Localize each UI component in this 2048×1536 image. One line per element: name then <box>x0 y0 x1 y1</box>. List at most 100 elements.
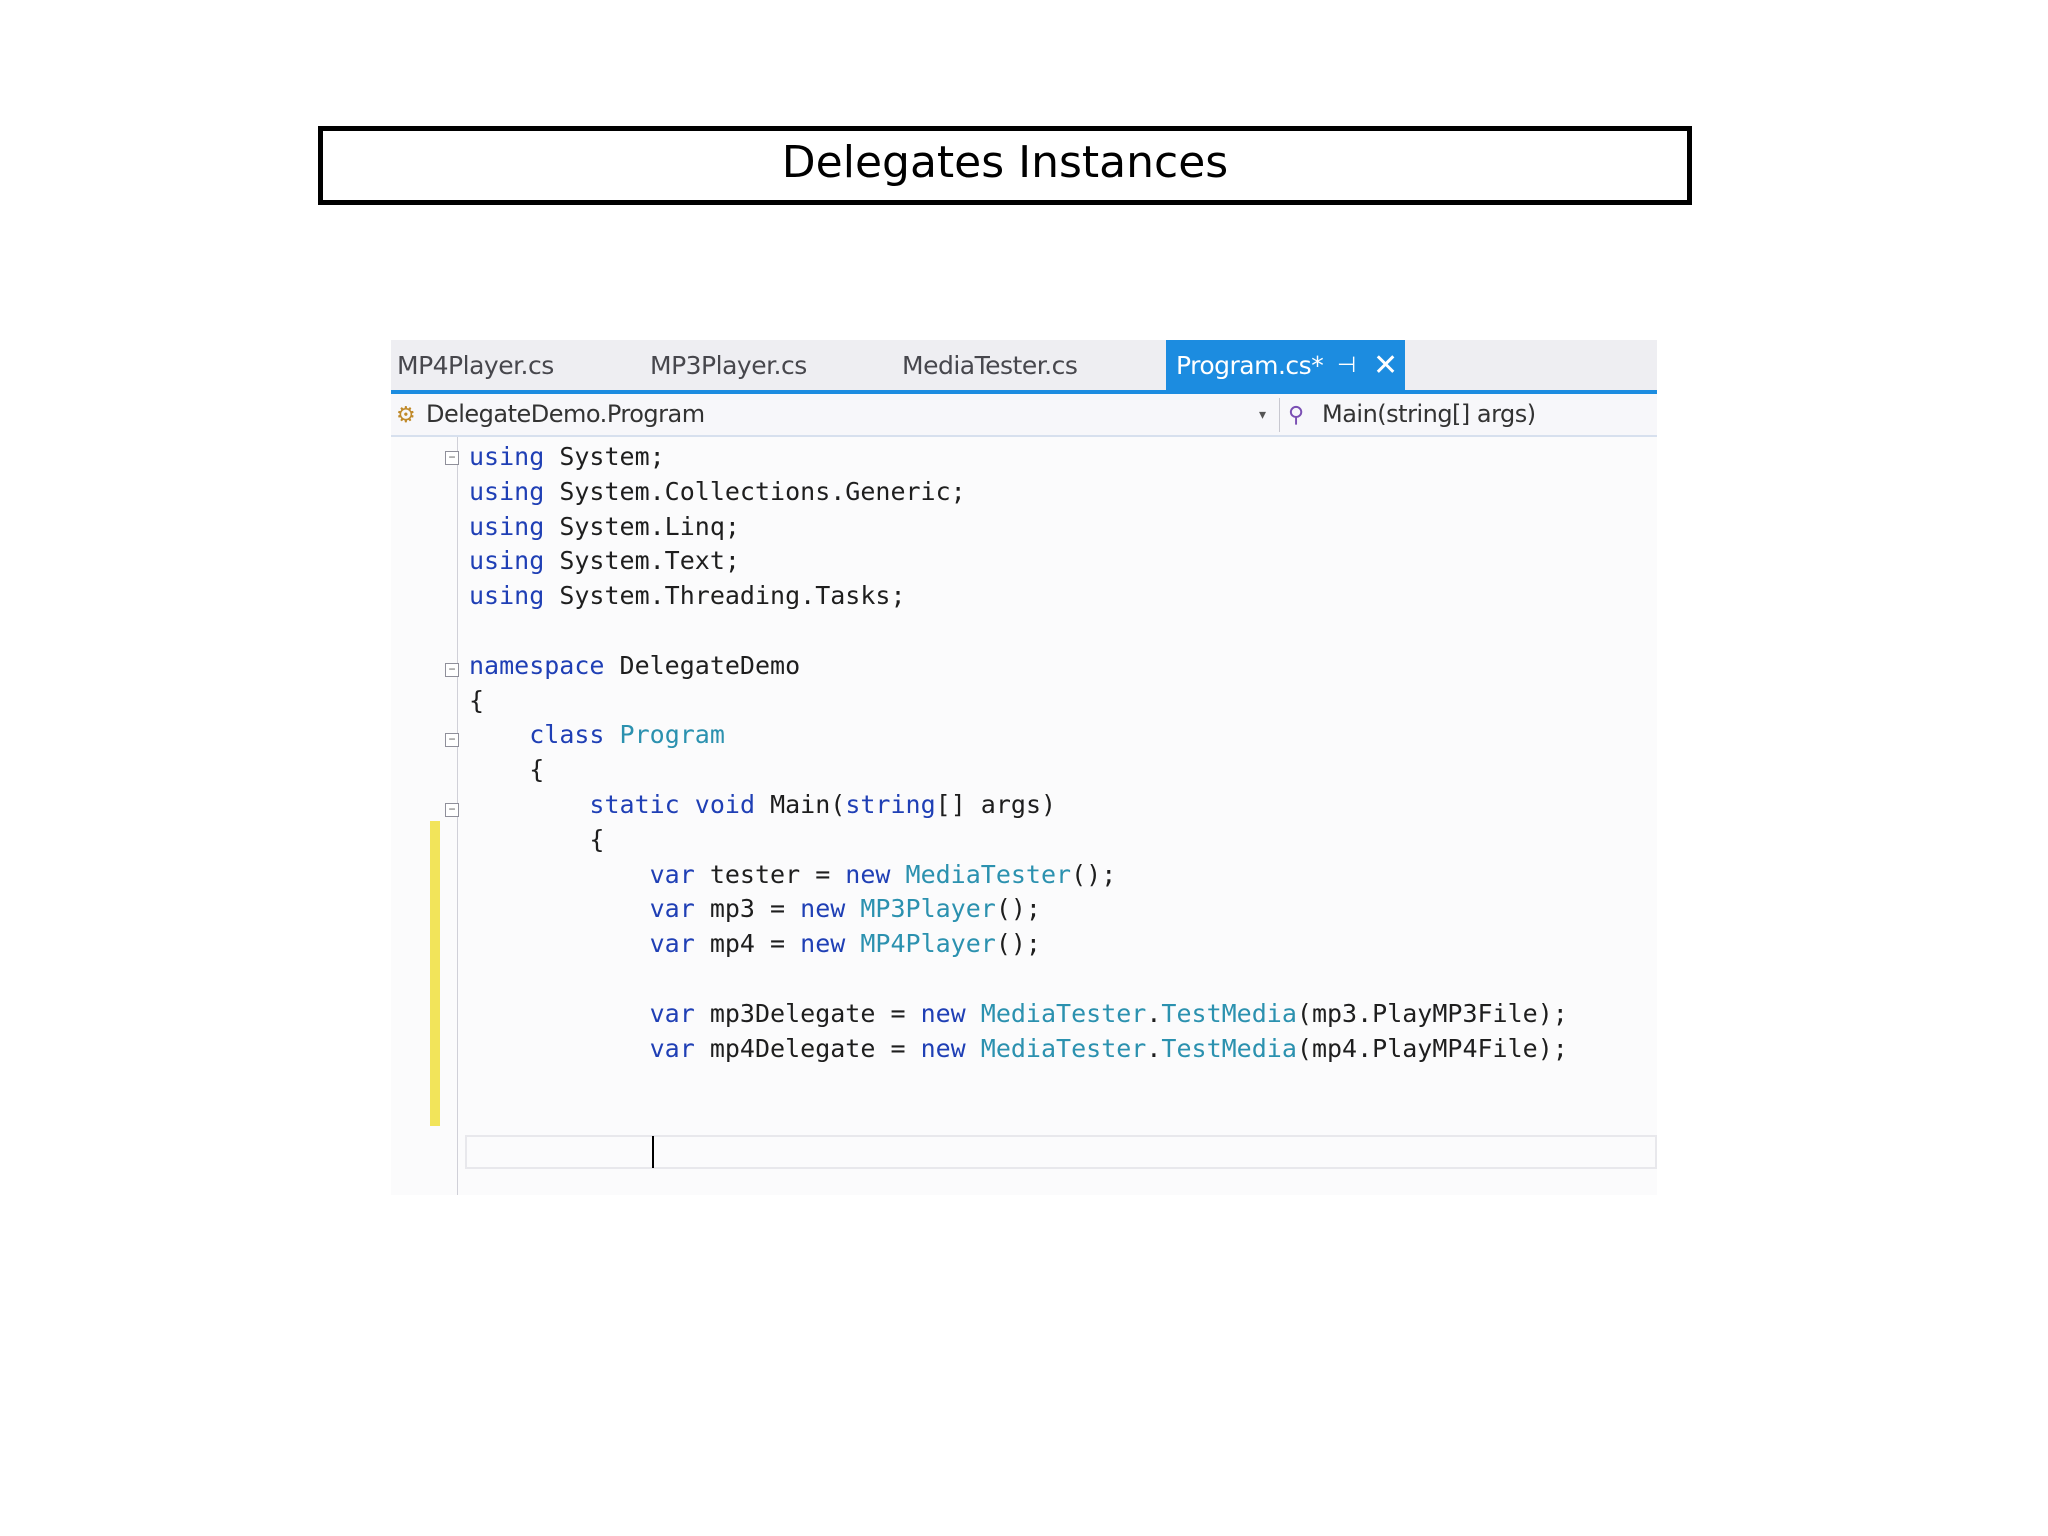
code-text: . <box>1146 998 1162 1028</box>
code-text: . <box>1146 1033 1162 1063</box>
code-line: var mp4Delegate = new MediaTester.TestMe… <box>469 1032 1568 1066</box>
code-text: mp3Delegate = <box>694 998 921 1028</box>
pin-icon[interactable]: ⊣ <box>1337 340 1356 392</box>
code-keyword: string <box>845 790 936 819</box>
code-text: { <box>469 755 545 785</box>
code-keyword: var <box>649 929 695 959</box>
code-text: [] args) <box>935 790 1057 819</box>
code-text: (mp3.PlayMP3File); <box>1296 998 1568 1028</box>
code-text: (); <box>995 894 1041 924</box>
code-keyword: new <box>800 929 846 959</box>
code-keyword: var <box>649 859 695 889</box>
code-text: (); <box>995 929 1041 959</box>
code-line: using System; <box>469 440 665 474</box>
member-selector-dropdown[interactable]: ⚲ Main(string[] args) <box>1288 394 1536 435</box>
code-line: var mp3Delegate = new MediaTester.TestMe… <box>469 997 1568 1031</box>
collapse-icon[interactable]: − <box>445 663 459 677</box>
code-line: { <box>469 753 544 787</box>
tab-program[interactable]: Program.cs* ⊣ ✕ <box>1166 340 1405 390</box>
code-line: var mp3 = new MP3Player(); <box>469 892 1041 926</box>
code-line: static void Main(string[] args) <box>469 788 1056 822</box>
code-text: { <box>469 685 485 715</box>
tab-mediatester[interactable]: MediaTester.cs <box>902 340 1078 390</box>
code-text: (mp4.PlayMP4File); <box>1296 1033 1568 1063</box>
collapse-icon[interactable]: − <box>445 733 459 747</box>
chevron-down-icon[interactable]: ▾ <box>1259 394 1266 435</box>
code-text: System.Linq; <box>544 511 740 541</box>
code-text: Main( <box>755 790 846 819</box>
code-keyword: new <box>920 998 966 1028</box>
code-text: mp4 = <box>694 929 801 959</box>
class-icon: ⚙ <box>396 403 416 428</box>
current-line-highlight <box>465 1135 1657 1169</box>
tab-mp3player[interactable]: MP3Player.cs <box>650 340 807 390</box>
code-editor-window: MP4Player.cs MP3Player.cs MediaTester.cs… <box>391 340 1657 1195</box>
code-type-name: MediaTester <box>905 859 1072 889</box>
code-keyword: static <box>589 790 680 819</box>
code-type-name: TestMedia <box>1161 998 1297 1028</box>
document-tab-bar: MP4Player.cs MP3Player.cs MediaTester.cs… <box>391 340 1657 390</box>
code-line: using System.Threading.Tasks; <box>469 579 906 613</box>
slide-title: Delegates Instances <box>781 137 1229 188</box>
collapse-icon[interactable]: − <box>445 803 459 817</box>
code-text: mp4Delegate = <box>694 1033 921 1063</box>
slide-title-box: Delegates Instances <box>318 126 1692 205</box>
code-keyword: void <box>694 790 756 819</box>
close-icon[interactable]: ✕ <box>1373 340 1398 392</box>
code-text: System.Text; <box>544 546 740 576</box>
code-line: using System.Collections.Generic; <box>469 475 966 509</box>
code-line: var tester = new MediaTester(); <box>469 858 1117 892</box>
change-indicator-bar <box>430 821 440 1126</box>
code-line: using System.Text; <box>469 544 740 578</box>
code-keyword: new <box>920 1033 966 1063</box>
code-line: class Program <box>469 718 725 752</box>
text-caret <box>652 1136 654 1168</box>
code-keyword: using <box>469 442 545 471</box>
code-keyword: using <box>469 511 545 541</box>
nav-divider <box>1279 398 1280 432</box>
code-line: namespace DelegateDemo <box>469 649 800 683</box>
code-text: DelegateDemo <box>604 650 801 680</box>
code-type-name: MP4Player <box>860 929 996 959</box>
method-icon: ⚲ <box>1288 403 1304 428</box>
code-keyword: namespace <box>469 650 605 680</box>
code-keyword: using <box>469 581 545 611</box>
tab-program-label: Program.cs* <box>1176 351 1324 380</box>
code-keyword: new <box>845 859 891 889</box>
code-keyword: using <box>469 476 545 506</box>
navigation-bar: ⚙ DelegateDemo.Program ▾ ⚲ Main(string[] a… <box>391 394 1657 437</box>
code-type-name: MediaTester <box>980 1033 1147 1063</box>
code-keyword: var <box>649 1033 695 1063</box>
code-keyword: var <box>649 894 695 924</box>
code-keyword: using <box>469 546 545 576</box>
code-line: { <box>469 684 484 718</box>
code-type-name: MP3Player <box>860 894 996 924</box>
code-text: tester = <box>694 859 846 889</box>
code-line: { <box>469 823 604 857</box>
tab-mp4player[interactable]: MP4Player.cs <box>397 340 554 390</box>
collapse-icon[interactable]: − <box>445 451 459 465</box>
class-selector-label: DelegateDemo.Program <box>426 400 705 428</box>
member-selector-label: Main(string[] args) <box>1322 400 1536 428</box>
class-selector-dropdown[interactable]: ⚙ DelegateDemo.Program <box>396 394 705 435</box>
code-area[interactable]: − − − − using System; using System.Collec… <box>391 437 1657 1195</box>
code-type-name: Program <box>619 720 725 750</box>
code-text: mp3 = <box>694 894 801 924</box>
code-type-name: MediaTester <box>980 998 1147 1028</box>
code-line: var mp4 = new MP4Player(); <box>469 927 1041 961</box>
code-text: System.Collections.Generic; <box>544 476 966 506</box>
code-line: using System.Linq; <box>469 510 740 544</box>
